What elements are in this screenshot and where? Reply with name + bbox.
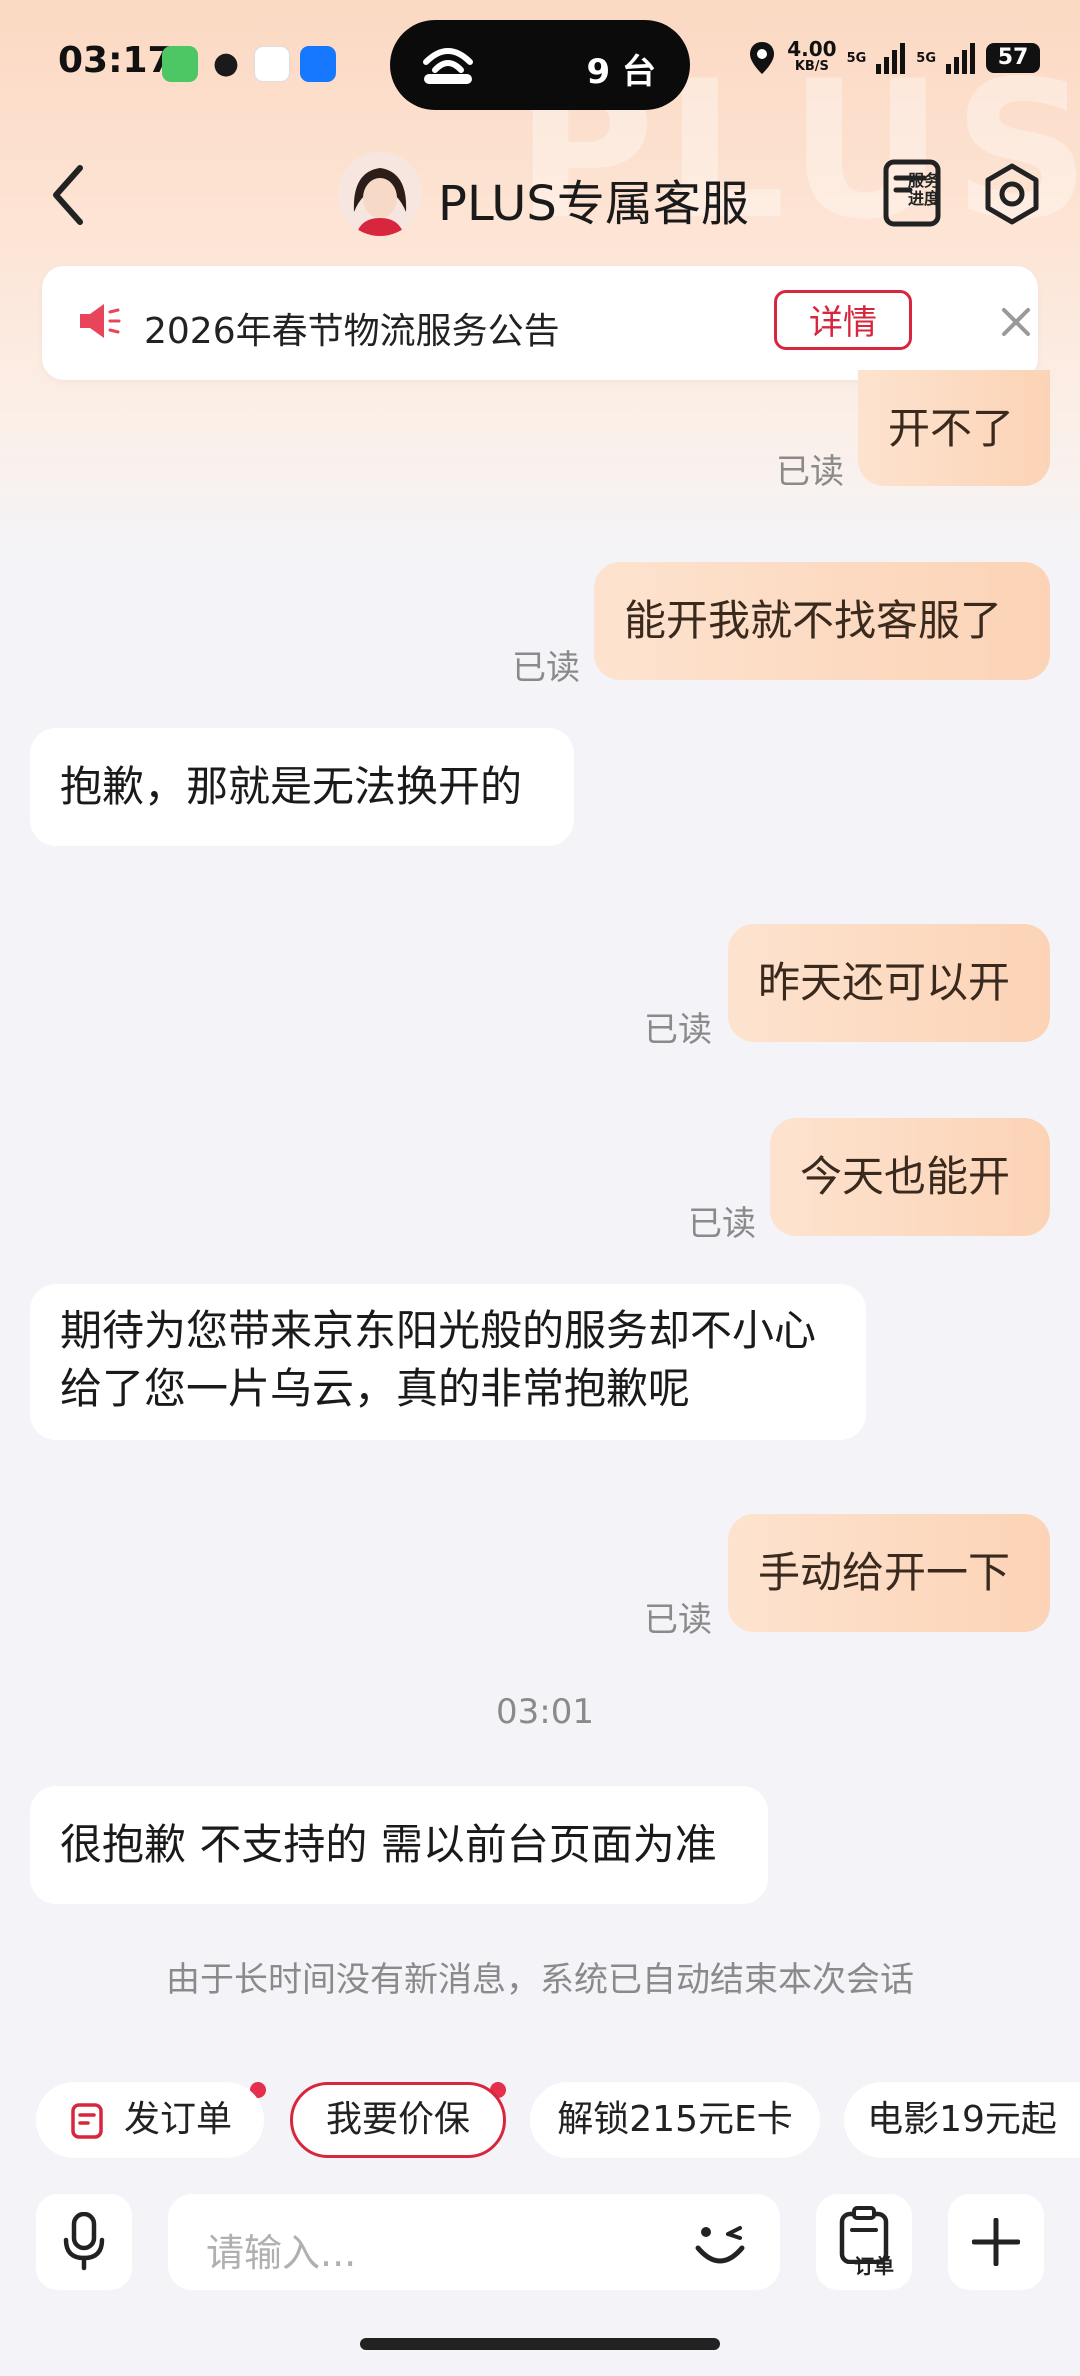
movie-deal-chip[interactable]: 电影19元起	[844, 2082, 1080, 2158]
message-input-placeholder: 请输入...	[206, 2231, 357, 2275]
session-ended-notice: 由于长时间没有新消息，系统已自动结束本次会话	[166, 1960, 914, 2000]
message-out-5[interactable]: 手动给开一下	[728, 1514, 1050, 1632]
chat-header: PLUS专属客服 服务进度	[0, 130, 1080, 260]
send-order-label: 发订单	[123, 2099, 232, 2140]
price-protection-chip[interactable]: 我要价保	[290, 2082, 506, 2158]
location-icon	[750, 42, 775, 74]
service-progress-label: 服务进度	[908, 171, 941, 208]
microphone-icon	[63, 2212, 105, 2271]
message-timestamp: 03:01	[496, 1692, 594, 1732]
service-progress-button[interactable]: 服务进度	[880, 158, 952, 230]
send-order-chip[interactable]: 发订单	[36, 2082, 264, 2158]
message-in-1[interactable]: 抱歉，那就是无法换开的	[30, 728, 574, 846]
status-time: 03:17	[58, 40, 173, 81]
announcement-banner[interactable]: 2026年春节物流服务公告 详情	[42, 266, 1038, 380]
plus-icon	[972, 2218, 1020, 2266]
settings-icon[interactable]	[980, 162, 1044, 226]
ai-app-icon	[254, 46, 290, 82]
read-receipt: 已读	[644, 1600, 712, 1640]
signal-strength-icon	[876, 43, 906, 74]
order-edit-icon	[71, 2103, 103, 2139]
emoji-icon[interactable]	[690, 2214, 750, 2272]
announcement-text: 2026年春节物流服务公告	[144, 311, 560, 352]
message-out-1[interactable]: 开不了	[858, 370, 1050, 486]
read-receipt: 已读	[512, 648, 580, 688]
wechat-app-icon: ●	[212, 46, 240, 81]
voice-input-button[interactable]	[36, 2194, 132, 2290]
read-receipt: 已读	[644, 1010, 712, 1050]
device-count: 9 台	[586, 52, 657, 92]
signal-label-2: 5G	[916, 50, 936, 66]
order-button-label: 订单	[854, 2254, 894, 2278]
message-out-4[interactable]: 今天也能开	[770, 1118, 1050, 1236]
notification-app-icons: ●	[162, 46, 336, 82]
message-out-2[interactable]: 能开我就不找客服了	[594, 562, 1050, 680]
signal-label-1: 5G	[846, 50, 867, 66]
input-bar: 请输入... 订单	[0, 2170, 1080, 2376]
message-out-3[interactable]: 昨天还可以开	[728, 924, 1050, 1042]
announcement-detail-button[interactable]: 详情	[774, 290, 912, 350]
status-indicators: 4.00 KB/S 5G 5G 57	[747, 39, 1040, 76]
message-input[interactable]: 请输入...	[168, 2194, 780, 2290]
read-receipt: 已读	[688, 1204, 756, 1244]
agent-avatar-image	[338, 152, 422, 236]
read-receipt: 已读	[776, 452, 844, 492]
order-button[interactable]: 订单	[816, 2194, 912, 2290]
dynamic-island[interactable]: 9 台	[390, 20, 690, 110]
home-indicator[interactable]	[360, 2338, 720, 2350]
hotspot-icon	[423, 48, 473, 84]
signal-strength-icon-2	[946, 43, 975, 74]
close-icon[interactable]	[996, 302, 1036, 342]
more-options-button[interactable]	[948, 2194, 1044, 2290]
page-title: PLUS专属客服	[438, 176, 749, 232]
network-speed: 4.00 KB/S	[787, 39, 836, 76]
message-in-2[interactable]: 期待为您带来京东阳光般的服务却不小心给了您一片乌云，真的非常抱歉呢	[30, 1284, 866, 1440]
status-bar: 03:17 ● 9 台 4.00 KB/S 5G 5G 57	[0, 0, 1080, 130]
messages-app-icon	[162, 46, 198, 82]
assistant-app-icon	[300, 46, 336, 82]
speaker-icon	[80, 304, 121, 338]
message-in-3[interactable]: 很抱歉 不支持的 需以前台页面为准	[30, 1786, 768, 1904]
back-arrow-icon[interactable]	[40, 160, 100, 230]
unlock-ecard-chip[interactable]: 解锁215元E卡	[530, 2082, 820, 2158]
battery-indicator: 57	[986, 43, 1040, 73]
agent-avatar[interactable]	[338, 152, 422, 236]
